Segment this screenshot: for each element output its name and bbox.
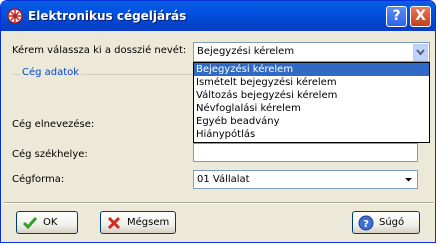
company-form-select[interactable]: 01 Vállalat	[193, 170, 418, 189]
help-title-button[interactable]: ?	[386, 6, 407, 27]
dropdown-arrow-icon[interactable]	[401, 172, 416, 188]
close-button[interactable]: X	[410, 6, 431, 27]
company-name-label: Cég elnevezése:	[12, 119, 95, 130]
company-seat-label: Cég székhelye:	[12, 149, 88, 160]
ok-button[interactable]: OK	[16, 211, 78, 234]
chevron-down-icon[interactable]	[413, 44, 428, 61]
window-title: Elektronikus cégeljárás	[28, 9, 187, 23]
dropdown-option[interactable]: Változás bejegyzési kérelem	[194, 89, 429, 102]
app-icon	[7, 8, 23, 24]
dropdown-option[interactable]: Névfoglalási kérelem	[194, 102, 429, 115]
separator	[4, 202, 433, 204]
dropdown-option[interactable]: Ismételt bejegyzési kérelem	[194, 76, 429, 89]
help-label: Súgó	[379, 217, 405, 228]
dossier-select[interactable]: Bejegyzési kérelem	[193, 42, 430, 62]
company-form-label: Cégforma:	[12, 174, 65, 185]
dialog-window: Elektronikus cégeljárás ? X Kérem válass…	[0, 0, 436, 243]
dialog-body: Kérem válassza ki a dosszié nevét: Bejeg…	[4, 31, 433, 241]
company-seat-field[interactable]	[193, 143, 418, 162]
title-bar[interactable]: Elektronikus cégeljárás ? X	[1, 1, 435, 31]
dropdown-option[interactable]: Bejegyzési kérelem	[194, 63, 429, 76]
cancel-button[interactable]: Mégsem	[100, 211, 176, 234]
dropdown-option[interactable]: Hiánypótlás	[194, 128, 429, 141]
svg-text:?: ?	[363, 219, 369, 230]
cancel-label: Mégsem	[127, 217, 170, 228]
dossier-dropdown-list: Bejegyzési kérelem Ismételt bejegyzési k…	[193, 62, 430, 143]
help-icon: ?	[358, 215, 374, 231]
ok-label: OK	[43, 217, 58, 228]
dossier-label: Kérem válassza ki a dosszié nevét:	[12, 45, 187, 56]
cross-icon	[107, 216, 121, 230]
help-button[interactable]: ? Súgó	[352, 211, 420, 234]
dossier-selected-value: Bejegyzési kérelem	[197, 46, 295, 57]
company-form-value: 01 Vállalat	[197, 174, 250, 185]
group-title-company: Cég adatok	[20, 67, 82, 78]
checkmark-icon	[22, 217, 38, 230]
dropdown-option[interactable]: Egyéb beadvány	[194, 115, 429, 128]
